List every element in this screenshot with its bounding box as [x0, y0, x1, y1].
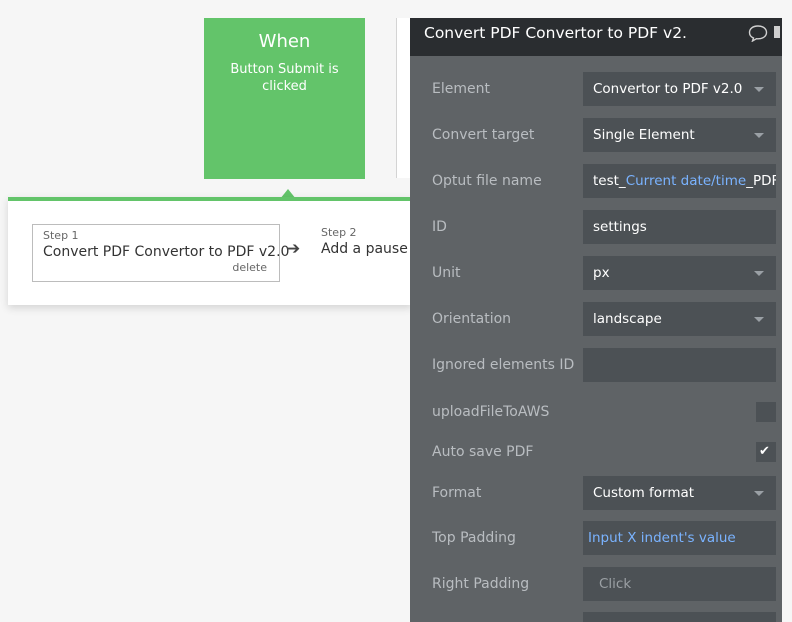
close-icon[interactable]: [774, 26, 780, 38]
editor-header: Convert PDF Convertor to PDF v2.: [410, 18, 782, 56]
speech-bubble-icon[interactable]: [748, 24, 768, 46]
orientation-row: Orientation landscape: [410, 302, 782, 336]
workflow-step-2[interactable]: Step 2 Add a pause b: [321, 226, 412, 258]
element-row: Element Convertor to PDF v2.0: [410, 72, 782, 106]
convert-target-row: Convert target Single Element: [410, 118, 782, 152]
workflow-step-1[interactable]: Step 1 Convert PDF Convertor to PDF v2.0…: [32, 224, 290, 282]
arrow-right-icon: ➔: [286, 239, 301, 259]
element-dropdown[interactable]: Convertor to PDF v2.0: [583, 72, 776, 106]
editor-title: Convert PDF Convertor to PDF v2.: [424, 24, 687, 42]
upload-aws-label: uploadFileToAWS: [432, 404, 550, 420]
right-padding-label: Right Padding: [432, 576, 530, 592]
output-file-name-input[interactable]: test_Current date/time_PDF: [583, 164, 776, 198]
chevron-down-icon: [754, 271, 764, 276]
ignored-elements-input[interactable]: [583, 348, 776, 382]
ignored-elements-row: Ignored elements ID: [410, 348, 782, 382]
output-file-prefix: test_: [593, 173, 626, 189]
format-label: Format: [432, 485, 482, 501]
unit-dropdown[interactable]: px: [583, 256, 776, 290]
format-row: Format Custom format: [410, 476, 782, 510]
auto-save-checkbox[interactable]: ✔: [756, 442, 776, 462]
output-file-name-label: Optut file name: [432, 173, 542, 189]
trigger-title: When: [258, 31, 311, 52]
checkmark-icon: ✔: [759, 444, 770, 459]
id-label: ID: [432, 219, 447, 235]
format-value: Custom format: [593, 485, 695, 501]
upload-aws-row: uploadFileToAWS: [410, 395, 782, 429]
element-value: Convertor to PDF v2.0: [593, 81, 743, 97]
trigger-when-block[interactable]: When Button Submit is clicked: [204, 18, 365, 179]
step-number: Step 1: [43, 229, 79, 242]
top-padding-label: Top Padding: [432, 530, 516, 546]
id-input[interactable]: settings: [583, 210, 776, 244]
step-action-text: Convert PDF Convertor to PDF v2.0: [43, 244, 290, 260]
orientation-dropdown[interactable]: landscape: [583, 302, 776, 336]
next-field-partial[interactable]: [583, 612, 776, 622]
convert-target-value: Single Element: [593, 127, 695, 143]
unit-row: Unit px: [410, 256, 782, 290]
top-padding-input[interactable]: Input X indent's value: [583, 521, 776, 555]
right-padding-input[interactable]: Click: [583, 567, 776, 601]
chevron-down-icon: [754, 87, 764, 92]
chevron-down-icon: [754, 491, 764, 496]
unit-label: Unit: [432, 265, 461, 281]
output-file-suffix: _PDF: [746, 173, 776, 189]
chevron-down-icon: [754, 133, 764, 138]
top-padding-row: Top Padding Input X indent's value: [410, 521, 782, 555]
element-label: Element: [432, 81, 490, 97]
orientation-value: landscape: [593, 311, 662, 327]
dynamic-expression[interactable]: Current date/time: [626, 173, 747, 189]
step-delete-link[interactable]: delete: [232, 261, 267, 274]
step-number: Step 2: [321, 226, 357, 239]
convert-target-dropdown[interactable]: Single Element: [583, 118, 776, 152]
right-padding-placeholder: Click: [599, 576, 632, 592]
next-row-partial: [410, 612, 782, 622]
step-action-text: Add a pause b: [321, 241, 412, 257]
chevron-down-icon: [754, 317, 764, 322]
dynamic-expression[interactable]: Input X indent's value: [588, 530, 736, 546]
trigger-event-text: Button Submit is clicked: [230, 62, 339, 94]
id-row: ID settings: [410, 210, 782, 244]
auto-save-label: Auto save PDF: [432, 444, 534, 460]
right-padding-row: Right Padding Click: [410, 567, 782, 601]
ignored-elements-label: Ignored elements ID: [432, 357, 575, 373]
orientation-label: Orientation: [432, 311, 512, 327]
format-dropdown[interactable]: Custom format: [583, 476, 776, 510]
upload-aws-checkbox[interactable]: [756, 402, 776, 422]
id-value: settings: [593, 219, 647, 235]
convert-target-label: Convert target: [432, 127, 535, 143]
background-panel-edge: [396, 18, 410, 178]
workflow-steps-panel: Step 1 Convert PDF Convertor to PDF v2.0…: [8, 197, 412, 305]
auto-save-row: Auto save PDF ✔: [410, 435, 782, 469]
unit-value: px: [593, 265, 610, 281]
output-file-name-row: Optut file name test_Current date/time_P…: [410, 164, 782, 198]
property-editor-panel: Convert PDF Convertor to PDF v2. Element…: [410, 18, 782, 622]
